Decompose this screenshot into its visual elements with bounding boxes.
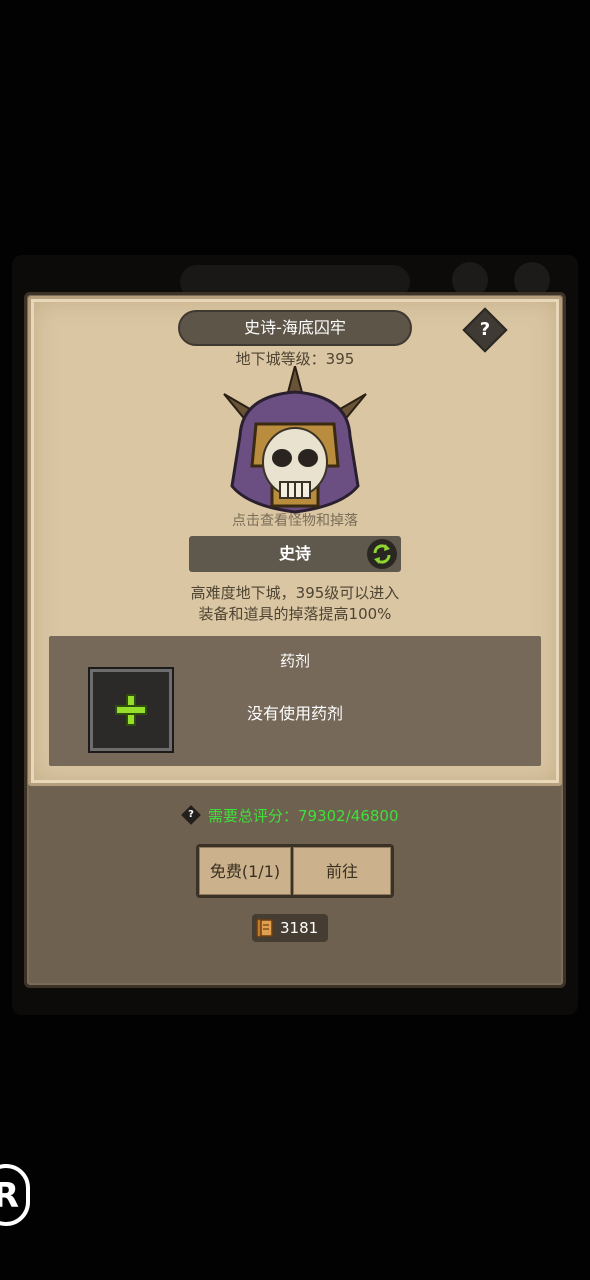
potion-slot-button[interactable] (90, 669, 172, 751)
swap-arrows-icon[interactable] (367, 539, 397, 569)
dungeon-title: 史诗-海底囚牢 (178, 310, 412, 346)
requirement-text: 需要总评分：79302/46800 (208, 806, 399, 825)
difficulty-label: 史诗 (278, 544, 311, 563)
help-icon: ? (479, 319, 491, 340)
free-entry-button[interactable]: 免费(1/1) (199, 847, 291, 895)
difficulty-selector[interactable]: 史诗 (189, 536, 401, 572)
go-button[interactable]: 前往 (293, 847, 391, 895)
scroll-icon (256, 918, 273, 938)
score-requirement: ? 需要总评分：79302/46800 (180, 804, 399, 826)
scroll-currency: 3181 (252, 914, 328, 942)
watermark-logo: R (0, 1164, 30, 1226)
monster-helmet-icon[interactable] (222, 366, 368, 516)
plus-icon (115, 694, 147, 726)
potion-status: 没有使用药剂 (246, 704, 343, 723)
difficulty-description: 高难度地下城，395级可以进入 (190, 584, 400, 602)
currency-amount: 3181 (280, 919, 319, 937)
monster-drop-hint[interactable]: 点击查看怪物和掉落 (0, 510, 590, 530)
difficulty-description: 装备和道具的掉落提高100% (198, 605, 392, 623)
potion-title: 药剂 (279, 652, 310, 670)
help-icon[interactable]: ? (181, 805, 201, 825)
